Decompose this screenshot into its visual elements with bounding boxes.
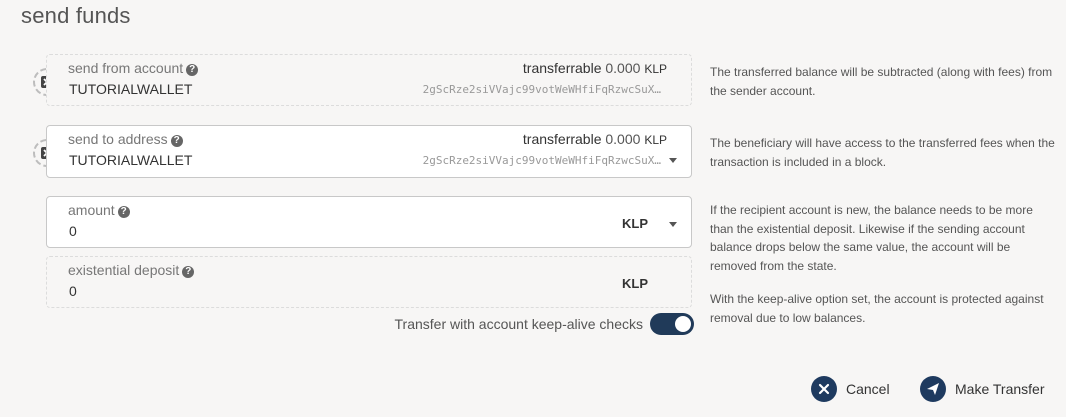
from-address: 2gScRze2siVVajc99votWeWHfiFqRzwcSuX…: [422, 83, 661, 96]
to-account-name: TUTORIALWALLET: [69, 152, 193, 168]
make-transfer-label: Make Transfer: [955, 381, 1045, 397]
paper-plane-icon: [920, 376, 946, 402]
to-hint: The beneficiary will have access to the …: [710, 136, 1055, 169]
transferrable-label: transferrable: [522, 131, 602, 147]
existential-deposit-field: existential deposit? 0 KLP: [46, 256, 692, 308]
amount-label-text: amount: [68, 202, 115, 218]
keepalive-toggle[interactable]: [650, 313, 694, 335]
chevron-down-icon[interactable]: [669, 158, 677, 163]
amount-hint: If the recipient account is new, the bal…: [710, 203, 1033, 273]
help-icon[interactable]: ?: [186, 64, 199, 76]
send-to-label-text: send to address: [68, 131, 168, 147]
amount-unit-select[interactable]: KLP: [622, 216, 648, 231]
close-icon: [811, 376, 837, 402]
transferrable-unit: KLP: [644, 62, 667, 76]
transferrable-label: transferrable: [522, 60, 602, 76]
send-to-label: send to address?: [68, 131, 183, 147]
keepalive-hint: With the keep-alive option set, the acco…: [710, 292, 1044, 325]
transferrable-unit: KLP: [644, 133, 667, 147]
send-from-account-field[interactable]: send from account? TUTORIALWALLET transf…: [46, 54, 692, 106]
from-transferrable: transferrable 0.000 KLP: [523, 60, 667, 76]
existential-label: existential deposit?: [68, 262, 195, 278]
send-from-label-text: send from account: [68, 60, 184, 76]
amount-label: amount?: [68, 202, 130, 218]
amount-field[interactable]: amount? 0 KLP: [46, 196, 692, 248]
from-hint: The transferred balance will be subtract…: [710, 65, 1053, 98]
toggle-knob: [675, 316, 691, 332]
from-account-name: TUTORIALWALLET: [69, 81, 193, 97]
transferrable-value: 0.000: [605, 131, 641, 147]
cancel-button-label: Cancel: [846, 381, 890, 397]
send-from-label: send from account?: [68, 60, 199, 76]
send-to-address-dropdown[interactable]: send to address? TUTORIALWALLET transfer…: [46, 125, 692, 178]
make-transfer-button[interactable]: Make Transfer: [920, 376, 1044, 402]
help-icon[interactable]: ?: [182, 266, 195, 278]
help-icon[interactable]: ?: [170, 135, 183, 147]
existential-value: 0: [69, 283, 77, 299]
to-address: 2gScRze2siVVajc99votWeWHfiFqRzwcSuX…: [422, 154, 661, 167]
page-title: send funds: [21, 3, 131, 28]
keepalive-label: Transfer with account keep-alive checks: [394, 316, 643, 332]
transferrable-value: 0.000: [605, 60, 641, 76]
chevron-down-icon[interactable]: [669, 222, 677, 227]
existential-label-text: existential deposit: [68, 262, 180, 278]
cancel-button[interactable]: Cancel: [811, 376, 890, 402]
to-transferrable: transferrable 0.000 KLP: [523, 131, 667, 147]
help-icon[interactable]: ?: [117, 206, 130, 218]
amount-input[interactable]: 0: [69, 223, 77, 239]
existential-unit: KLP: [622, 276, 648, 291]
